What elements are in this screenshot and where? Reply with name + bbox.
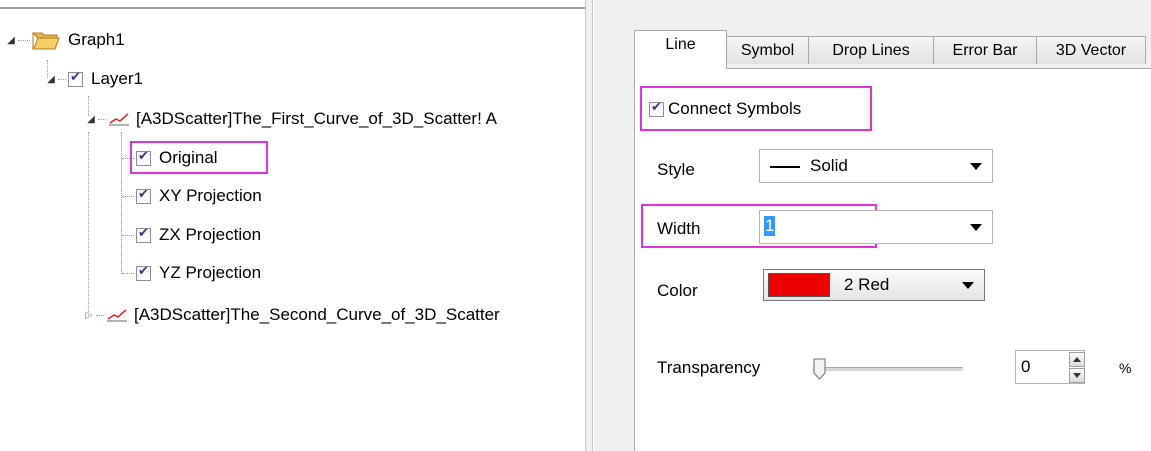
layer1-checkbox[interactable]	[68, 70, 83, 87]
spin-down-icon	[1073, 373, 1081, 378]
solid-line-sample-icon	[770, 166, 800, 168]
tree-node-yz-projection[interactable]: YZ Projection	[122, 258, 261, 288]
color-value: 2 Red	[844, 275, 890, 294]
tree-connector	[96, 314, 104, 316]
style-label: Style	[657, 160, 695, 179]
spin-down-button[interactable]	[1069, 368, 1085, 383]
width-combo[interactable]: 1	[759, 210, 993, 244]
tab-symbol[interactable]: Symbol	[726, 36, 809, 64]
tree-node-curve1[interactable]: ◢ [A3DScatter]The_First_Curve_of_3D_Scat…	[86, 104, 497, 134]
tree-node-label: ZX Projection	[159, 225, 262, 244]
style-dropdown[interactable]: Solid	[759, 149, 993, 183]
connect-symbols-label: Connect Symbols	[668, 99, 802, 118]
tree-node-label: Graph1	[68, 30, 125, 49]
tab-error-bar[interactable]: Error Bar	[933, 36, 1037, 64]
connect-symbols-checkbox-row[interactable]: Connect Symbols	[649, 99, 801, 119]
curve-plot-icon	[109, 113, 129, 126]
tree-top-border	[0, 7, 585, 9]
properties-panel: Line Symbol Drop Lines Error Bar 3D Vect…	[594, 0, 1151, 451]
tree-guide-line	[88, 132, 89, 316]
chevron-down-icon	[962, 282, 974, 289]
tree-node-label: XY Projection	[159, 186, 262, 205]
tree-connector	[122, 195, 134, 197]
tree-connector	[122, 234, 134, 236]
style-value: Solid	[810, 156, 848, 175]
expand-arrow-icon[interactable]: ◢	[46, 73, 56, 85]
tree-connector	[18, 39, 30, 41]
object-tree: ◢ Graph1 ◢ Layer1 ◢ [A3DScatter]The_Firs…	[0, 0, 585, 451]
xy-projection-checkbox[interactable]	[136, 187, 151, 204]
transparency-label: Transparency	[657, 358, 761, 377]
tree-node-curve2[interactable]: ▷ [A3DScatter]The_Second_Curve_of_3D_Sca…	[84, 300, 500, 330]
width-label: Width	[657, 219, 701, 238]
tree-node-zx-projection[interactable]: ZX Projection	[122, 220, 261, 250]
tree-node-layer1[interactable]: ◢ Layer1	[46, 64, 143, 94]
collapse-arrow-icon[interactable]: ▷	[84, 309, 94, 321]
tree-connector	[98, 118, 106, 120]
curve-plot-icon	[107, 309, 127, 322]
width-value[interactable]: 1	[764, 216, 776, 236]
tab-3d-vector[interactable]: 3D Vector	[1036, 36, 1146, 64]
tree-connector	[58, 78, 66, 80]
line-tab-page: Connect Symbols Style Solid Width 1 Colo…	[634, 68, 1151, 451]
folder-open-icon	[32, 32, 60, 50]
expand-arrow-icon[interactable]: ◢	[86, 113, 96, 125]
expand-arrow-icon[interactable]: ◢	[6, 34, 16, 46]
tree-node-label: [A3DScatter]The_Second_Curve_of_3D_Scatt…	[134, 305, 500, 324]
tree-node-label: YZ Projection	[159, 263, 262, 282]
connect-symbols-checkbox[interactable]	[649, 100, 664, 117]
tab-line[interactable]: Line	[634, 30, 727, 69]
tree-node-xy-projection[interactable]: XY Projection	[122, 181, 262, 211]
tree-node-graph1[interactable]: ◢ Graph1	[6, 25, 125, 55]
zx-projection-checkbox[interactable]	[136, 226, 151, 243]
chevron-down-icon	[970, 163, 982, 170]
tab-drop-lines[interactable]: Drop Lines	[808, 36, 934, 64]
yz-projection-checkbox[interactable]	[136, 264, 151, 281]
transparency-slider-thumb[interactable]	[813, 358, 826, 380]
color-dropdown[interactable]: 2 Red	[763, 269, 985, 301]
tree-connector	[122, 272, 134, 274]
color-swatch	[768, 273, 830, 297]
spin-up-button[interactable]	[1069, 352, 1085, 367]
spin-up-icon	[1073, 357, 1081, 362]
transparency-value[interactable]: 0	[1021, 357, 1030, 377]
tree-node-label: Layer1	[91, 69, 143, 88]
transparency-slider-track[interactable]	[813, 367, 963, 371]
original-highlight-box	[130, 141, 268, 174]
chevron-down-icon	[970, 224, 982, 231]
panel-splitter[interactable]	[585, 0, 593, 451]
tree-node-label: [A3DScatter]The_First_Curve_of_3D_Scatte…	[136, 109, 497, 128]
percent-unit: %	[1119, 360, 1132, 376]
color-label: Color	[657, 281, 698, 300]
